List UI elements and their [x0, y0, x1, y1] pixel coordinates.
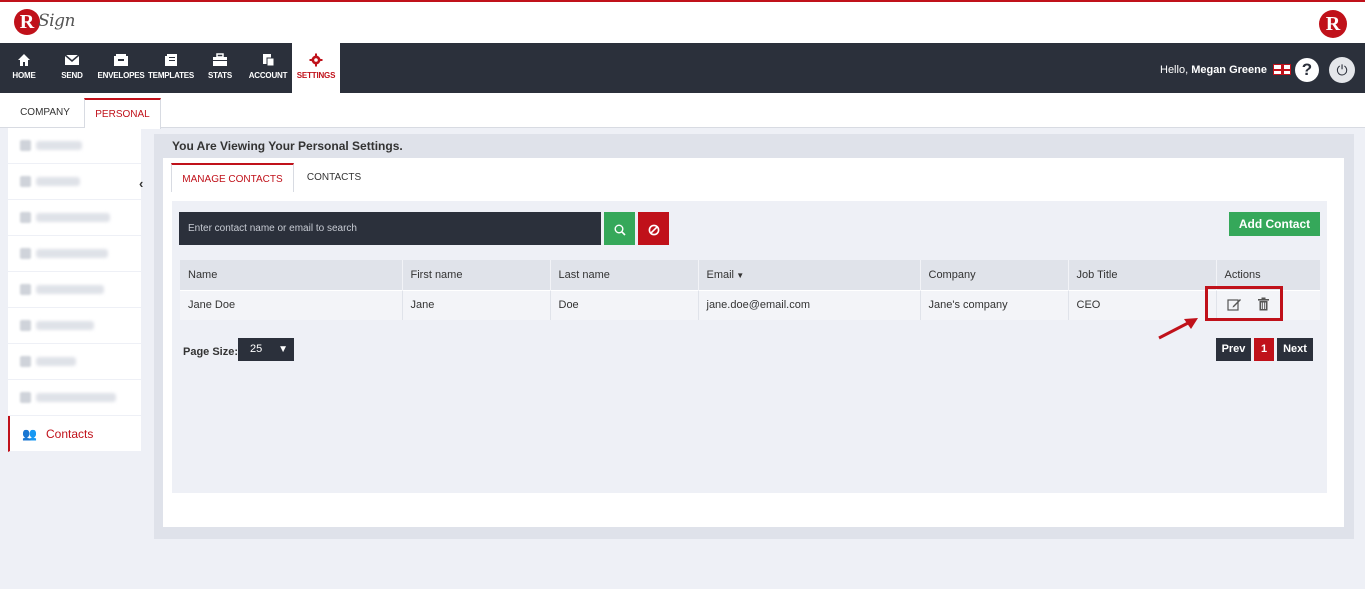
uk-flag-icon[interactable] [1273, 64, 1291, 75]
column-header-job-title[interactable]: Job Title [1068, 260, 1217, 290]
page-title: You Are Viewing Your Personal Settings. [172, 139, 403, 153]
table-row: Jane Doe Jane Doe jane.doe@email.com Jan… [180, 289, 1320, 320]
sidebar-item-blurred[interactable] [8, 308, 141, 344]
page-size-select[interactable]: 25 ▼ [238, 338, 294, 361]
main-nav: HOME SEND ENVELOPES TEMPLATES STATS ACCO… [0, 43, 1365, 93]
right-logo-badge: R [1319, 10, 1347, 38]
contacts-table: Name First name Last name Email ▼ Compan… [180, 260, 1320, 320]
nav-account[interactable]: ACCOUNT [247, 43, 289, 93]
logout-power-icon[interactable]: ⏻ [1329, 57, 1355, 83]
column-header-first-name[interactable]: First name [402, 260, 551, 290]
page-size-label: Page Size: [183, 346, 239, 358]
clear-search-button[interactable] [638, 212, 669, 245]
cell-email: jane.doe@email.com [698, 289, 921, 320]
cell-name: Jane Doe [180, 289, 403, 320]
briefcase-icon [213, 53, 227, 66]
prev-page-button[interactable]: Prev [1216, 338, 1251, 361]
nav-envelopes[interactable]: ENVELOPES [97, 43, 145, 93]
contact-search-input[interactable] [179, 212, 601, 245]
settings-tabs: COMPANY PERSONAL [0, 93, 1365, 129]
cell-company: Jane's company [920, 289, 1069, 320]
nav-home[interactable]: HOME [8, 43, 40, 93]
column-header-company[interactable]: Company [920, 260, 1069, 290]
column-header-email[interactable]: Email ▼ [698, 260, 921, 290]
cell-first-name: Jane [402, 289, 551, 320]
logo-word: Sign [38, 11, 75, 31]
next-page-button[interactable]: Next [1277, 338, 1313, 361]
search-icon [614, 224, 626, 236]
add-contact-button[interactable]: Add Contact [1229, 212, 1320, 236]
annotation-arrow-icon [1158, 318, 1198, 340]
templates-icon [165, 54, 177, 66]
nav-stats[interactable]: STATS [204, 43, 236, 93]
main-panel: You Are Viewing Your Personal Settings. … [154, 134, 1354, 539]
sidebar-item-blurred[interactable] [8, 200, 141, 236]
cell-last-name: Doe [550, 289, 699, 320]
nav-send[interactable]: SEND [56, 43, 88, 93]
account-icon [263, 54, 275, 67]
sidebar-item-blurred[interactable] [8, 344, 141, 380]
sidebar-item-blurred[interactable] [8, 236, 141, 272]
contacts-area: Add Contact Name First name Last name Em… [172, 201, 1327, 493]
contacts-tabs: MANAGE CONTACTS CONTACTS [163, 158, 1344, 192]
tab-contacts[interactable]: CONTACTS [299, 163, 369, 192]
logo-r-badge: R [14, 9, 40, 35]
nav-settings[interactable]: SETTINGS [292, 43, 340, 93]
sidebar-item-blurred[interactable] [8, 380, 141, 416]
collapse-sidebar-chevron-icon[interactable]: ‹ [139, 176, 143, 191]
help-button[interactable]: ? [1295, 58, 1319, 82]
home-icon [18, 54, 30, 66]
envelope-icon [64, 54, 80, 65]
chevron-down-icon: ▼ [278, 344, 288, 355]
greeting: Hello, Megan Greene [1160, 64, 1267, 76]
column-header-last-name[interactable]: Last name [550, 260, 699, 290]
content-card: Add Contact Name First name Last name Em… [163, 192, 1344, 527]
rsign-logo[interactable]: R Sign [14, 7, 78, 41]
contacts-group-icon: 👥 [22, 427, 37, 441]
search-button[interactable] [604, 212, 635, 245]
nav-templates[interactable]: TEMPLATES [148, 43, 194, 93]
tab-personal[interactable]: PERSONAL [84, 98, 161, 129]
inbox-icon [114, 54, 128, 66]
column-header-name[interactable]: Name [180, 260, 403, 290]
top-bar: R Sign R [0, 0, 1365, 43]
sidebar-item-contacts[interactable]: 👥 Contacts [8, 416, 141, 452]
actions-highlight-annotation [1205, 286, 1283, 321]
settings-sidebar: 👥 Contacts [8, 128, 141, 452]
sidebar-item-blurred[interactable] [8, 164, 141, 200]
tab-company[interactable]: COMPANY [9, 98, 81, 128]
gear-icon [309, 53, 323, 67]
user-name[interactable]: Megan Greene [1191, 64, 1267, 76]
tab-manage-contacts[interactable]: MANAGE CONTACTS [171, 163, 294, 192]
sidebar-item-label: Contacts [46, 427, 94, 441]
sidebar-item-blurred[interactable] [8, 128, 141, 164]
page-number-button[interactable]: 1 [1254, 338, 1274, 361]
sort-caret-down-icon: ▼ [734, 270, 745, 280]
ban-icon [648, 224, 659, 235]
sidebar-item-blurred[interactable] [8, 272, 141, 308]
table-header-row: Name First name Last name Email ▼ Compan… [180, 260, 1320, 290]
